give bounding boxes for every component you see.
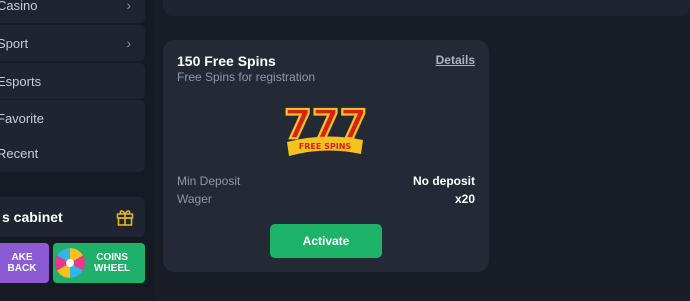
bonus-offer-card: 150 Free Spins Free Spins for registrati… xyxy=(163,40,489,272)
fortune-wheel-icon xyxy=(54,248,86,278)
sidebar-item-label: Favorite xyxy=(0,110,44,126)
sidebar-item-casino[interactable]: Casino › xyxy=(0,0,145,23)
gift-icon xyxy=(116,210,134,226)
sidebar-item-favorite[interactable]: Favorite xyxy=(0,103,145,133)
min-deposit-value: No deposit xyxy=(413,174,475,188)
details-link[interactable]: Details xyxy=(436,53,475,67)
sidebar-item-label: Casino xyxy=(0,0,38,13)
activate-button[interactable]: Activate xyxy=(270,224,382,258)
sidebar: Casino › Sport › Esports Favorite Recent… xyxy=(0,0,155,301)
chevron-right-icon: › xyxy=(126,35,131,51)
wager-label: Wager xyxy=(177,192,212,206)
cabinet-panel[interactable]: s cabinet xyxy=(0,197,145,237)
promo-label: AKE BACK xyxy=(7,251,37,275)
sidebar-item-label: Esports xyxy=(0,73,42,89)
sidebar-item-label: Sport xyxy=(0,35,29,51)
sidebar-item-esports[interactable]: Esports xyxy=(0,63,145,99)
sidebar-item-label: Recent xyxy=(0,145,39,161)
offer-subtitle: Free Spins for registration xyxy=(177,70,316,84)
top-card xyxy=(163,0,690,16)
sidebar-item-recent[interactable]: Recent xyxy=(0,138,145,168)
free-spins-777-icon: 777 FREE SPINS xyxy=(283,101,367,156)
wager-value: x20 xyxy=(454,192,475,206)
offer-title: 150 Free Spins xyxy=(177,53,276,69)
chevron-right-icon: › xyxy=(126,0,131,13)
sidebar-item-sport[interactable]: Sport › xyxy=(0,25,145,61)
badge-text: FREE SPINS xyxy=(299,142,352,151)
coins-wheel-promo[interactable]: COINS WHEEL xyxy=(53,243,145,283)
promo-label: COINS WHEEL xyxy=(94,251,131,275)
take-back-promo[interactable]: AKE BACK xyxy=(0,243,49,283)
min-deposit-label: Min Deposit xyxy=(177,174,241,188)
cabinet-label: s cabinet xyxy=(2,209,63,225)
